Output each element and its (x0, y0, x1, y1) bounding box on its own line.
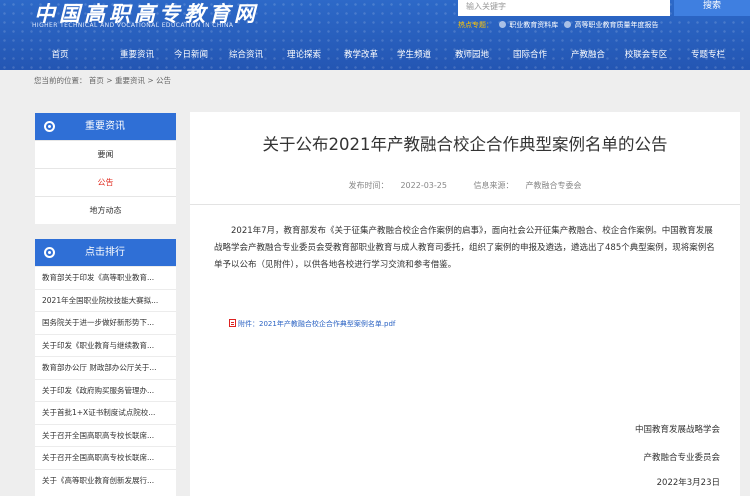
nav-item-students[interactable]: 学生频道 (374, 44, 454, 68)
sidebar-section-header: 重要资讯 (35, 113, 176, 140)
ranking-item[interactable]: 国务院关于进一步做好新形势下... (35, 311, 176, 334)
publish-date: 2022-03-25 (400, 181, 447, 190)
sidebar-item-announcements[interactable]: 公告 (35, 168, 176, 196)
nav-item-teaching-reform[interactable]: 教学改革 (344, 44, 378, 68)
circle-icon (44, 247, 55, 258)
ranking-item[interactable]: 关于印发《政府购买服务管理办... (35, 378, 176, 402)
circle-icon (44, 121, 55, 132)
article-meta: 发布时间： 2022-03-25 信息来源： 产教融合专委会 (190, 180, 740, 191)
ranking-item[interactable]: 关于《高等职业教育创新发展行... (35, 468, 176, 492)
source-label: 信息来源： (473, 181, 514, 190)
nav-item-international[interactable]: 国际合作 (490, 44, 570, 68)
sidebar-ranking: 点击排行 教育部关于印发《高等职业教育... 2021年全国职业院校技能大赛拟.… (35, 239, 176, 496)
breadcrumb-separator: > (147, 76, 154, 85)
ranking-item[interactable]: 关于召开全国高职高专校长联席... (35, 423, 176, 447)
nav-item-topics[interactable]: 专题专栏 (686, 44, 730, 68)
sidebar-section-title: 重要资讯 (85, 121, 125, 132)
sidebar-item-headlines[interactable]: 要闻 (35, 140, 176, 168)
nav-item-alliance[interactable]: 校联会专区 (606, 44, 686, 68)
site-header: 中国高职高专教育网 HIGHER TECHNICAL AND VOCATIONA… (0, 0, 750, 70)
breadcrumb-separator: > (106, 76, 113, 85)
divider (190, 204, 740, 205)
hot-link-database[interactable]: 职业教育资料库 (509, 21, 558, 29)
ranking-header: 点击排行 (35, 239, 176, 266)
breadcrumb-prefix: 您当前的位置： (34, 76, 87, 85)
signature-org-2: 产教融合专业委员会 (643, 453, 720, 463)
attachment-label[interactable]: 附件：2021年产教融合校企合作典型案例名单.pdf (238, 320, 395, 328)
nav-item-industry-education[interactable]: 产教融合 (570, 44, 606, 68)
sidebar-section-menu: 重要资讯 要闻 公告 地方动态 (35, 113, 176, 224)
pdf-icon (229, 319, 236, 327)
breadcrumb-important-news[interactable]: 重要资讯 (115, 76, 145, 85)
ranking-item[interactable]: 2021年全国职业院校技能大赛拟... (35, 288, 176, 312)
signature-org-1: 中国教育发展战略学会 (634, 425, 720, 435)
ranking-item[interactable]: 关于首批1+X证书制度试点院校... (35, 401, 176, 424)
nav-item-general-news[interactable]: 综合资讯 (228, 44, 264, 68)
ranking-item[interactable]: 关于召开全国高职高专校长联席... (35, 446, 176, 469)
article-panel: 关于公布2021年产教融合校企合作典型案例名单的公告 发布时间： 2022-03-… (190, 112, 740, 496)
hot-topics-label: 热点专题： (458, 21, 493, 29)
site-logo-subtitle: HIGHER TECHNICAL AND VOCATIONAL EDUCATIO… (32, 22, 234, 29)
article-title: 关于公布2021年产教融合校企合作典型案例名单的公告 (262, 135, 668, 154)
main-nav: 首页 重要资讯 今日新闻 综合资讯 理论探索 教学改革 学生频道 教师园地 国际… (0, 44, 750, 68)
breadcrumb-announcement[interactable]: 公告 (156, 76, 171, 85)
hot-topics: 热点专题： 职业教育资料库 高等职业教育质量年度报告 (458, 20, 658, 30)
search-button[interactable]: 搜索 (674, 0, 750, 16)
nav-item-today-news[interactable]: 今日新闻 (154, 44, 228, 68)
bullet-icon (564, 21, 572, 28)
bullet-icon (499, 21, 507, 28)
search-input[interactable]: 输入关键字 (458, 0, 670, 16)
hot-link-quality-report[interactable]: 高等职业教育质量年度报告 (574, 21, 658, 29)
ranking-item[interactable]: 关于印发《职业教育与继续教育... (35, 333, 176, 357)
nav-item-teachers[interactable]: 教师园地 (454, 44, 490, 68)
attachment-link[interactable]: 附件：2021年产教融合校企合作典型案例名单.pdf (229, 319, 395, 329)
publish-label: 发布时间： (348, 181, 389, 190)
article-body: 2021年7月，教育部发布《关于征集产教融合校企合作案例的启事》，面向社会公开征… (214, 226, 715, 270)
ranking-title: 点击排行 (85, 247, 125, 258)
nav-item-home[interactable]: 首页 (0, 44, 120, 68)
ranking-item[interactable]: 教育部关于印发《高等职业教育... (35, 266, 176, 289)
nav-item-theory[interactable]: 理论探索 (264, 44, 344, 68)
nav-item-important-news[interactable]: 重要资讯 (120, 44, 154, 68)
ranking-item[interactable]: 教育部办公厅 财政部办公厅关于... (35, 356, 176, 379)
breadcrumb: 您当前的位置： 首页 > 重要资讯 > 公告 (34, 72, 171, 92)
breadcrumb-home[interactable]: 首页 (89, 76, 104, 85)
sidebar-item-local-news[interactable]: 地方动态 (35, 196, 176, 224)
source-value: 产教融合专委会 (525, 181, 582, 190)
signature-date: 2022年3月23日 (656, 478, 720, 488)
